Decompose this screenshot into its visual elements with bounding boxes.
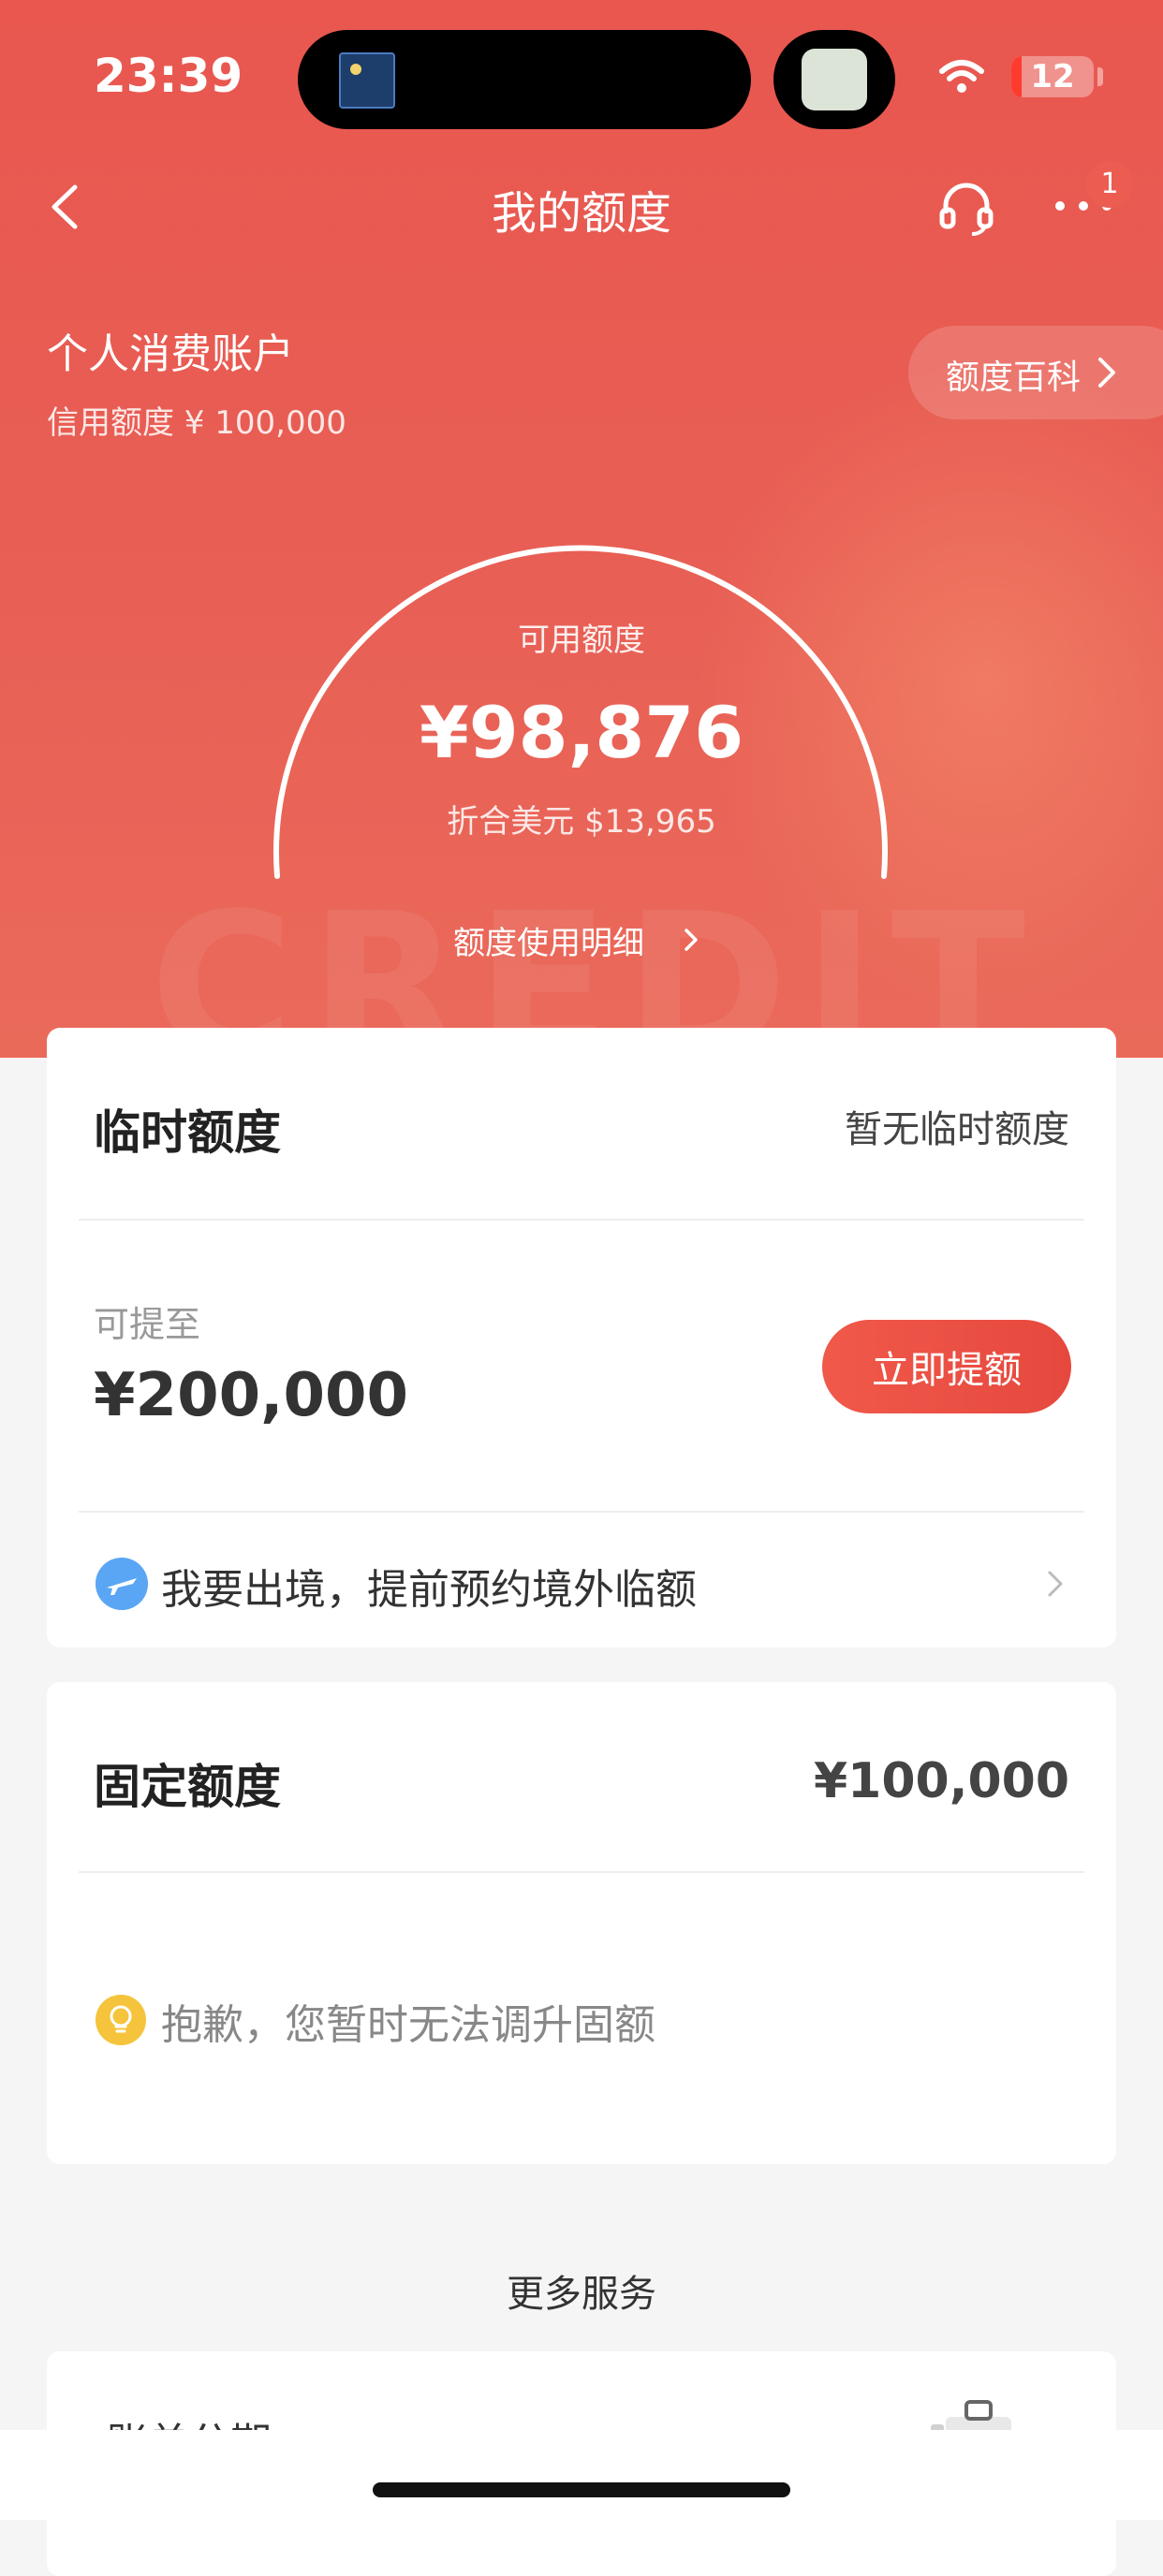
max-raise-label: 可提至 (94, 1304, 201, 1345)
available-credit-amount: ¥98,876 (419, 691, 744, 774)
divider (79, 1219, 1084, 1221)
status-time: 23:39 (94, 49, 243, 103)
divider (79, 1871, 1084, 1873)
account-title: 个人消费账户 (47, 330, 294, 378)
customer-service-headset-icon[interactable] (936, 178, 996, 238)
raise-credit-button[interactable]: 立即提额 (822, 1320, 1071, 1413)
fixed-credit-card: 固定额度 ¥100,000 抱歉，您暂时无法调升固额 (47, 1682, 1116, 2164)
island-artwork-icon (339, 52, 395, 109)
overseas-temporary-credit-row[interactable]: 我要出境，提前预约境外临额 (47, 1522, 1116, 1647)
credit-limit-text: 信用额度 ¥ 100,000 (47, 404, 346, 442)
fixed-credit-title: 固定额度 (94, 1760, 281, 1814)
temporary-credit-status: 暂无临时额度 (845, 1108, 1069, 1151)
max-raise-amount: ¥200,000 (94, 1361, 409, 1430)
temporary-credit-card: 临时额度 暂无临时额度 可提至 ¥200,000 立即提额 我要出境，提前预约境… (47, 1028, 1116, 1647)
chevron-right-icon (1098, 358, 1115, 388)
divider (79, 1511, 1084, 1513)
battery-icon: 12 (1011, 56, 1094, 97)
more-notification-badge: 1 (1086, 161, 1133, 208)
available-credit-usd: 折合美元 $13,965 (447, 803, 716, 841)
battery-cap (1097, 67, 1103, 86)
airplane-icon (96, 1558, 148, 1610)
credit-usage-details-label: 额度使用明细 (453, 925, 644, 962)
fixed-credit-amount: ¥100,000 (813, 1753, 1069, 1809)
wifi-icon (939, 60, 984, 93)
chevron-right-icon (1048, 1571, 1063, 1597)
battery-percentage: 12 (1030, 58, 1075, 95)
more-services-title: 更多服务 (507, 2273, 656, 2316)
home-indicator[interactable] (373, 2482, 790, 2497)
home-indicator-area (0, 2430, 1163, 2520)
fixed-credit-notice: 抱歉，您暂时无法调升固额 (161, 2001, 655, 2049)
overseas-temporary-credit-text: 我要出境，提前预约境外临额 (161, 1566, 697, 1614)
chevron-right-icon (685, 929, 698, 951)
island-app-icon (802, 49, 867, 110)
lightbulb-icon (96, 1995, 146, 2045)
credit-encyclopedia-button[interactable]: 额度百科 (908, 326, 1163, 419)
available-credit-label: 可用额度 (518, 622, 645, 659)
dynamic-island (298, 30, 751, 129)
credit-encyclopedia-label: 额度百科 (946, 359, 1082, 397)
credit-usage-details-link[interactable]: 额度使用明细 (453, 917, 715, 964)
temporary-credit-title: 临时额度 (94, 1105, 281, 1160)
dynamic-island-secondary (773, 30, 895, 129)
